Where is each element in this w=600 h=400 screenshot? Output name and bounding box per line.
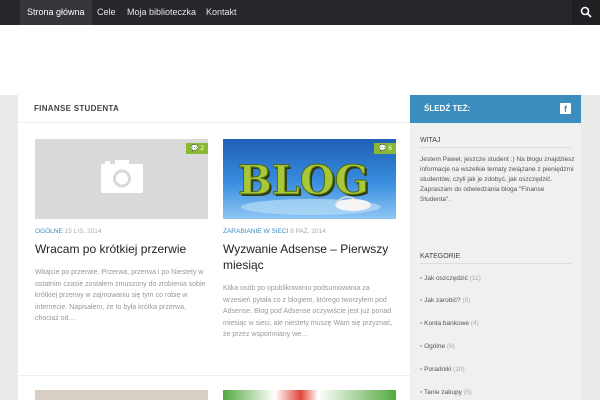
category-item[interactable]: ▫ Jak oszczędzić (11) — [420, 275, 481, 282]
content-area: FINANSE STUDENTA 💬 2 OGÓLNE 15 LIS, 2014… — [18, 95, 410, 400]
widget-divider — [420, 147, 571, 148]
camera-icon — [101, 160, 143, 193]
post-thumbnail[interactable]: 💬 2 — [35, 139, 208, 219]
nav-item-home[interactable]: Strona główna — [20, 0, 92, 25]
post-card: BLOG BLOG 💬 6 ZARABIANIE W SIECI 8 PAŹ, … — [223, 139, 396, 341]
follow-title: ŚLEDŹ TEŻ: — [424, 104, 471, 113]
post-category-link[interactable]: OGÓLNE — [35, 228, 63, 235]
top-navigation: Strona główna Cele Moja biblioteczka Kon… — [0, 0, 600, 25]
widget-divider — [420, 263, 571, 264]
folder-icon: ▫ — [420, 320, 423, 327]
post-category-link[interactable]: ZARABIANIE W SIECI — [223, 228, 288, 235]
facebook-icon[interactable]: f — [560, 103, 571, 114]
folder-icon: ▫ — [420, 343, 423, 350]
comment-icon: 💬 — [190, 145, 199, 152]
nav-item-biblioteczka[interactable]: Moja biblioteczka — [120, 0, 203, 25]
nav-item-cele[interactable]: Cele — [90, 0, 123, 25]
follow-bar: ŚLEDŹ TEŻ: f — [410, 95, 581, 123]
folder-icon: ▫ — [420, 275, 423, 282]
header-band — [0, 25, 600, 95]
folder-icon: ▫ — [420, 366, 423, 373]
category-item[interactable]: ▫ Konta bankowe (4) — [420, 320, 479, 327]
post-card: 💬 2 OGÓLNE 15 LIS, 2014 Wracam po krótki… — [35, 139, 208, 325]
post-excerpt: Witajcie po przerwie. Przerwa, przerwa i… — [35, 269, 206, 322]
post-meta: OGÓLNE 15 LIS, 2014 — [35, 228, 208, 235]
about-text: Jestem Paweł, jeszcze student :) Na blog… — [420, 156, 575, 203]
post-thumbnail[interactable]: BLOG BLOG 💬 6 — [223, 139, 396, 219]
sidebar: ŚLEDŹ TEŻ: f WITAJ Jestem Paweł, jeszcze… — [410, 95, 581, 400]
post-meta: ZARABIANIE W SIECI 8 PAŹ, 2014 — [223, 228, 396, 235]
comment-icon: 💬 — [378, 145, 387, 152]
about-widget-title: WITAJ — [420, 137, 441, 144]
nav-item-kontakt[interactable]: Kontakt — [199, 0, 244, 25]
post-excerpt: Kilka osób po opublikowaniu podsumowania… — [223, 285, 393, 338]
folder-icon: ▫ — [420, 389, 423, 396]
post-date: 15 LIS, 2014 — [64, 228, 102, 235]
next-post-thumbnail[interactable] — [223, 390, 396, 400]
post-date: 8 PAŹ, 2014 — [290, 228, 326, 235]
row-divider — [18, 375, 410, 376]
category-item[interactable]: ▫ Poradniki (10) — [420, 366, 465, 373]
search-button[interactable] — [572, 0, 600, 25]
post-title-link[interactable]: Wyzwanie Adsense – Pierwszy miesiąc — [223, 241, 396, 273]
category-item[interactable]: ▫ Ogólne (6) — [420, 343, 455, 350]
page-title-bar: FINANSE STUDENTA — [18, 95, 410, 123]
comment-count-badge[interactable]: 💬 6 — [374, 143, 396, 154]
page-title: FINANSE STUDENTA — [34, 104, 120, 113]
search-icon — [580, 6, 592, 18]
categories-widget-title: KATEGORIE — [420, 253, 461, 260]
post-title-link[interactable]: Wracam po krótkiej przerwie — [35, 241, 208, 257]
category-item[interactable]: ▫ Jak zarobić? (5) — [420, 297, 470, 304]
main-wrapper: FINANSE STUDENTA 💬 2 OGÓLNE 15 LIS, 2014… — [18, 95, 581, 400]
next-post-thumbnail[interactable] — [35, 390, 208, 400]
blog-image: BLOG BLOG — [238, 157, 381, 215]
category-item[interactable]: ▫ Tanie zakupy (5) — [420, 389, 472, 396]
comment-count-badge[interactable]: 💬 2 — [186, 143, 208, 154]
folder-icon: ▫ — [420, 297, 423, 304]
